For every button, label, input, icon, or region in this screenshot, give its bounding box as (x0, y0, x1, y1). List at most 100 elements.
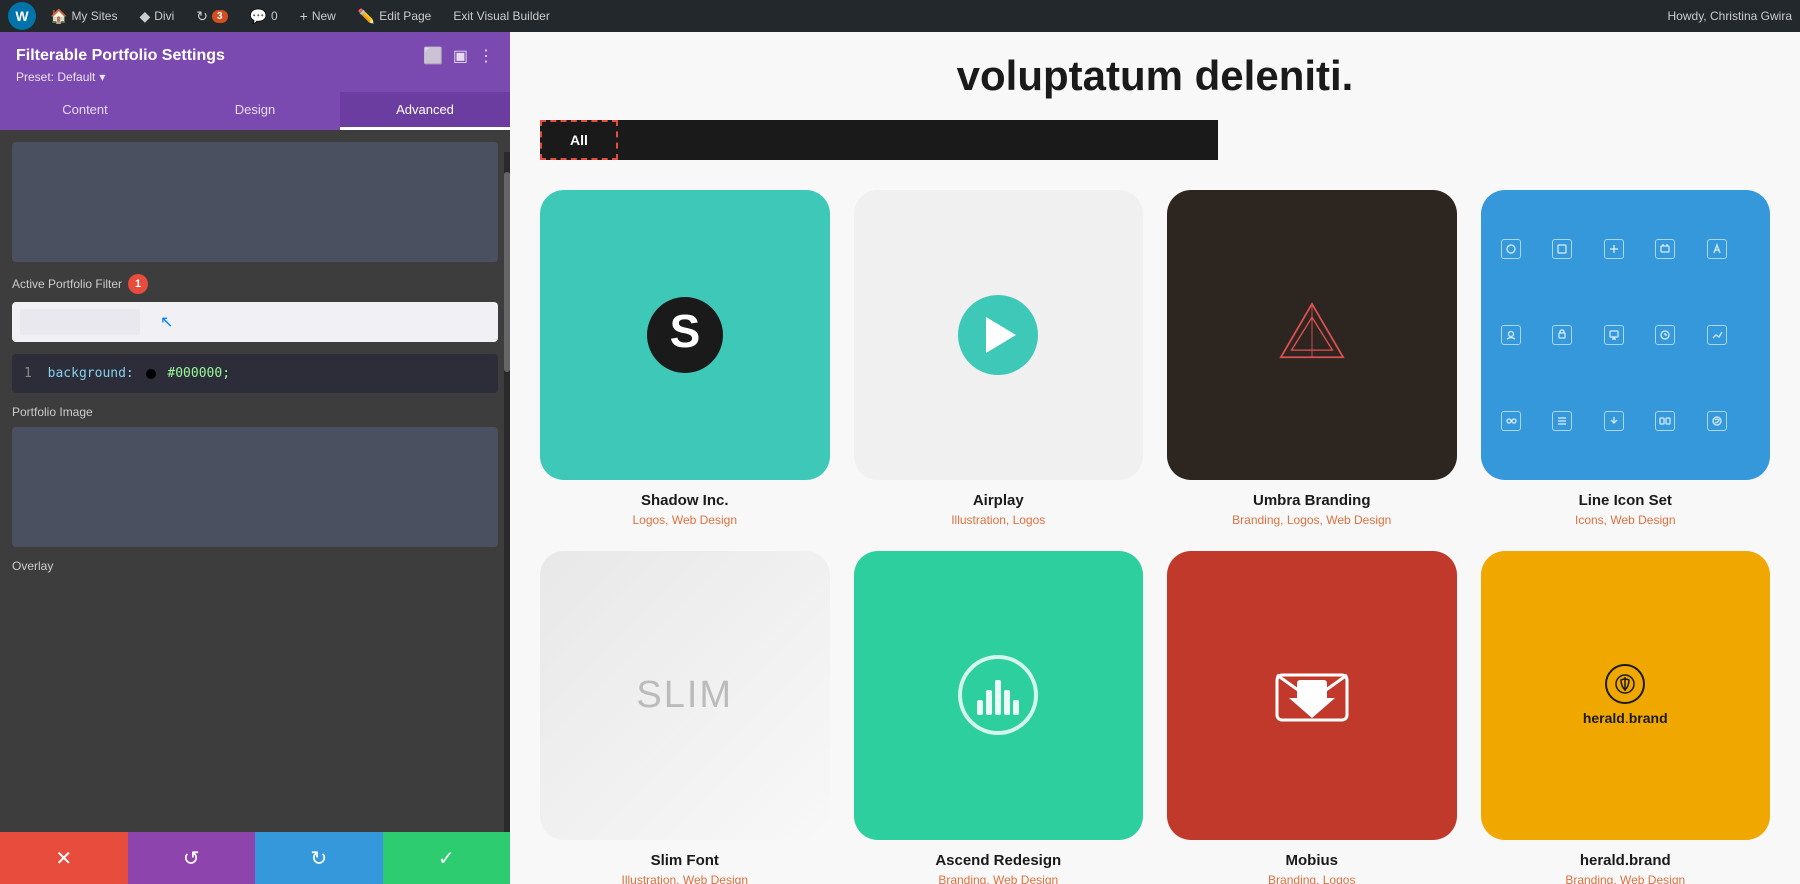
wp-logo[interactable]: W (8, 2, 36, 30)
herald-content: herald.brand (1583, 664, 1668, 726)
filter-tab-2[interactable] (618, 120, 718, 160)
notification-badge: 1 (128, 274, 148, 294)
comments-count: 0 (271, 9, 278, 23)
portfolio-grid: S Shadow Inc. Logos, Web Design Airplay … (540, 190, 1770, 884)
bar-item-divi[interactable]: ◆ Divi (131, 0, 182, 32)
preset-row: Preset: Default ▾ (16, 70, 494, 84)
bar-3 (995, 680, 1001, 715)
portfolio-item-shadow[interactable]: S Shadow Inc. Logos, Web Design (540, 190, 830, 527)
tab-design[interactable]: Design (170, 92, 340, 130)
thumb-herald: herald.brand (1481, 551, 1771, 841)
preset-label[interactable]: Preset: Default (16, 70, 95, 84)
thumb-umbra (1167, 190, 1457, 480)
portfolio-item-umbra[interactable]: Umbra Branding Branding, Logos, Web Desi… (1167, 190, 1457, 527)
panel-title-row: Filterable Portfolio Settings ⬜ ▣ ⋮ (16, 46, 494, 66)
umbra-cats: Branding, Logos, Web Design (1232, 513, 1391, 527)
shadow-cats: Logos, Web Design (632, 513, 737, 527)
portfolio-item-mobius[interactable]: Mobius Branding, Logos (1167, 551, 1457, 884)
save-button[interactable]: ✓ (383, 832, 511, 884)
herald-cats: Branding, Web Design (1565, 873, 1685, 884)
play-button-shape (958, 295, 1038, 375)
filter-tab-4[interactable] (798, 120, 898, 160)
updates-icon: ↻ (196, 8, 208, 25)
bar-4 (1004, 690, 1010, 715)
tab-content[interactable]: Content (0, 92, 170, 130)
cancel-button[interactable]: ✕ (0, 832, 128, 884)
thumb-airplay (854, 190, 1144, 480)
icon-cell-4 (1655, 239, 1675, 259)
portfolio-item-herald[interactable]: herald.brand herald.brand Branding, Web … (1481, 551, 1771, 884)
filter-tab-3[interactable] (718, 120, 798, 160)
svg-text:S: S (669, 305, 700, 357)
bar-item-mysites[interactable]: 🏠 My Sites (42, 0, 125, 32)
tab-advanced[interactable]: Advanced (340, 92, 510, 130)
new-label: New (312, 9, 336, 23)
bar-2 (986, 690, 992, 715)
herald-title: herald.brand (1580, 852, 1671, 869)
mobius-title: Mobius (1286, 852, 1339, 869)
css-code-block: 1 background: #000000; (12, 354, 498, 393)
settings-panel: Filterable Portfolio Settings ⬜ ▣ ⋮ Pres… (0, 32, 510, 884)
scroll-thumb[interactable] (504, 172, 510, 372)
ascend-title: Ascend Redesign (935, 852, 1061, 869)
divi-icon: ◆ (139, 8, 150, 25)
shadow-logo-svg: S (640, 290, 730, 380)
scroll-indicator (504, 152, 510, 832)
portfolio-item-ascend[interactable]: Ascend Redesign Branding, Web Design (854, 551, 1144, 884)
panel-content: Active Portfolio Filter 1 ↖ 1 background… (0, 130, 510, 832)
panel-tabs: Content Design Advanced (0, 92, 510, 130)
bar-item-new[interactable]: + New (292, 0, 344, 32)
airplay-title: Airplay (973, 492, 1024, 509)
icon-cell-14 (1655, 411, 1675, 431)
preset-chevron[interactable]: ▾ (99, 70, 105, 84)
line-number: 1 (24, 366, 32, 381)
herald-dot: . (1625, 710, 1629, 726)
more-icon[interactable]: ⋮ (478, 46, 494, 66)
filter-tab-6[interactable] (978, 120, 1098, 160)
umbra-title: Umbra Branding (1253, 492, 1371, 509)
mobius-cats: Branding, Logos (1268, 873, 1355, 884)
cursor-indicator: ↖ (160, 312, 173, 332)
expand-icon[interactable]: ⬜ (423, 46, 443, 66)
icon-cell-12 (1552, 411, 1572, 431)
portfolio-item-airplay[interactable]: Airplay Illustration, Logos (854, 190, 1144, 527)
herald-icon (1605, 664, 1645, 704)
panel-title: Filterable Portfolio Settings (16, 47, 225, 65)
reset-button[interactable]: ↺ (128, 832, 256, 884)
overlay-label-text: Overlay (12, 559, 53, 573)
bar-item-updates[interactable]: ↻ 3 (188, 0, 235, 32)
icon-cell-1 (1501, 239, 1521, 259)
css-value: #000000; (167, 366, 230, 381)
filter-tab-all[interactable]: All (540, 120, 618, 160)
icon-cell-8 (1604, 325, 1624, 345)
mobius-logo-svg (1267, 660, 1357, 730)
divi-label: Divi (154, 9, 174, 23)
bar-1 (977, 700, 983, 715)
icon-cell-7 (1552, 325, 1572, 345)
portfolio-item-slim[interactable]: SLIM Slim Font Illustration, Web Design (540, 551, 830, 884)
icon-cell-3 (1604, 239, 1624, 259)
icon-cell-15 (1707, 411, 1727, 431)
ascend-cats: Branding, Web Design (938, 873, 1058, 884)
slim-title: Slim Font (651, 852, 719, 869)
portfolio-item-lineicon[interactable]: Line Icon Set Icons, Web Design (1481, 190, 1771, 527)
comments-icon: 💬 (250, 8, 267, 25)
main-layout: Filterable Portfolio Settings ⬜ ▣ ⋮ Pres… (0, 32, 1800, 884)
portfolio-title: voluptatum deleniti. (540, 52, 1770, 100)
herald-shield-svg (1614, 673, 1636, 695)
color-dot (146, 369, 156, 379)
bar-item-comments[interactable]: 💬 0 (242, 0, 286, 32)
filter-tab-7[interactable] (1098, 120, 1218, 160)
thumb-ascend (854, 551, 1144, 841)
redo-button[interactable]: ↻ (255, 832, 383, 884)
slim-cats: Illustration, Web Design (621, 873, 748, 884)
icon-cell-10 (1707, 325, 1727, 345)
bar-item-exit-builder[interactable]: Exit Visual Builder (445, 0, 558, 32)
filter-tab-5[interactable] (898, 120, 978, 160)
lineicon-title: Line Icon Set (1579, 492, 1672, 509)
sidebar-icon[interactable]: ▣ (453, 46, 468, 66)
updates-badge: 3 (212, 10, 228, 23)
bar-item-editpage[interactable]: ✏️ Edit Page (350, 0, 439, 32)
color-picker-row[interactable]: ↖ (12, 302, 498, 342)
thumb-mobius (1167, 551, 1457, 841)
